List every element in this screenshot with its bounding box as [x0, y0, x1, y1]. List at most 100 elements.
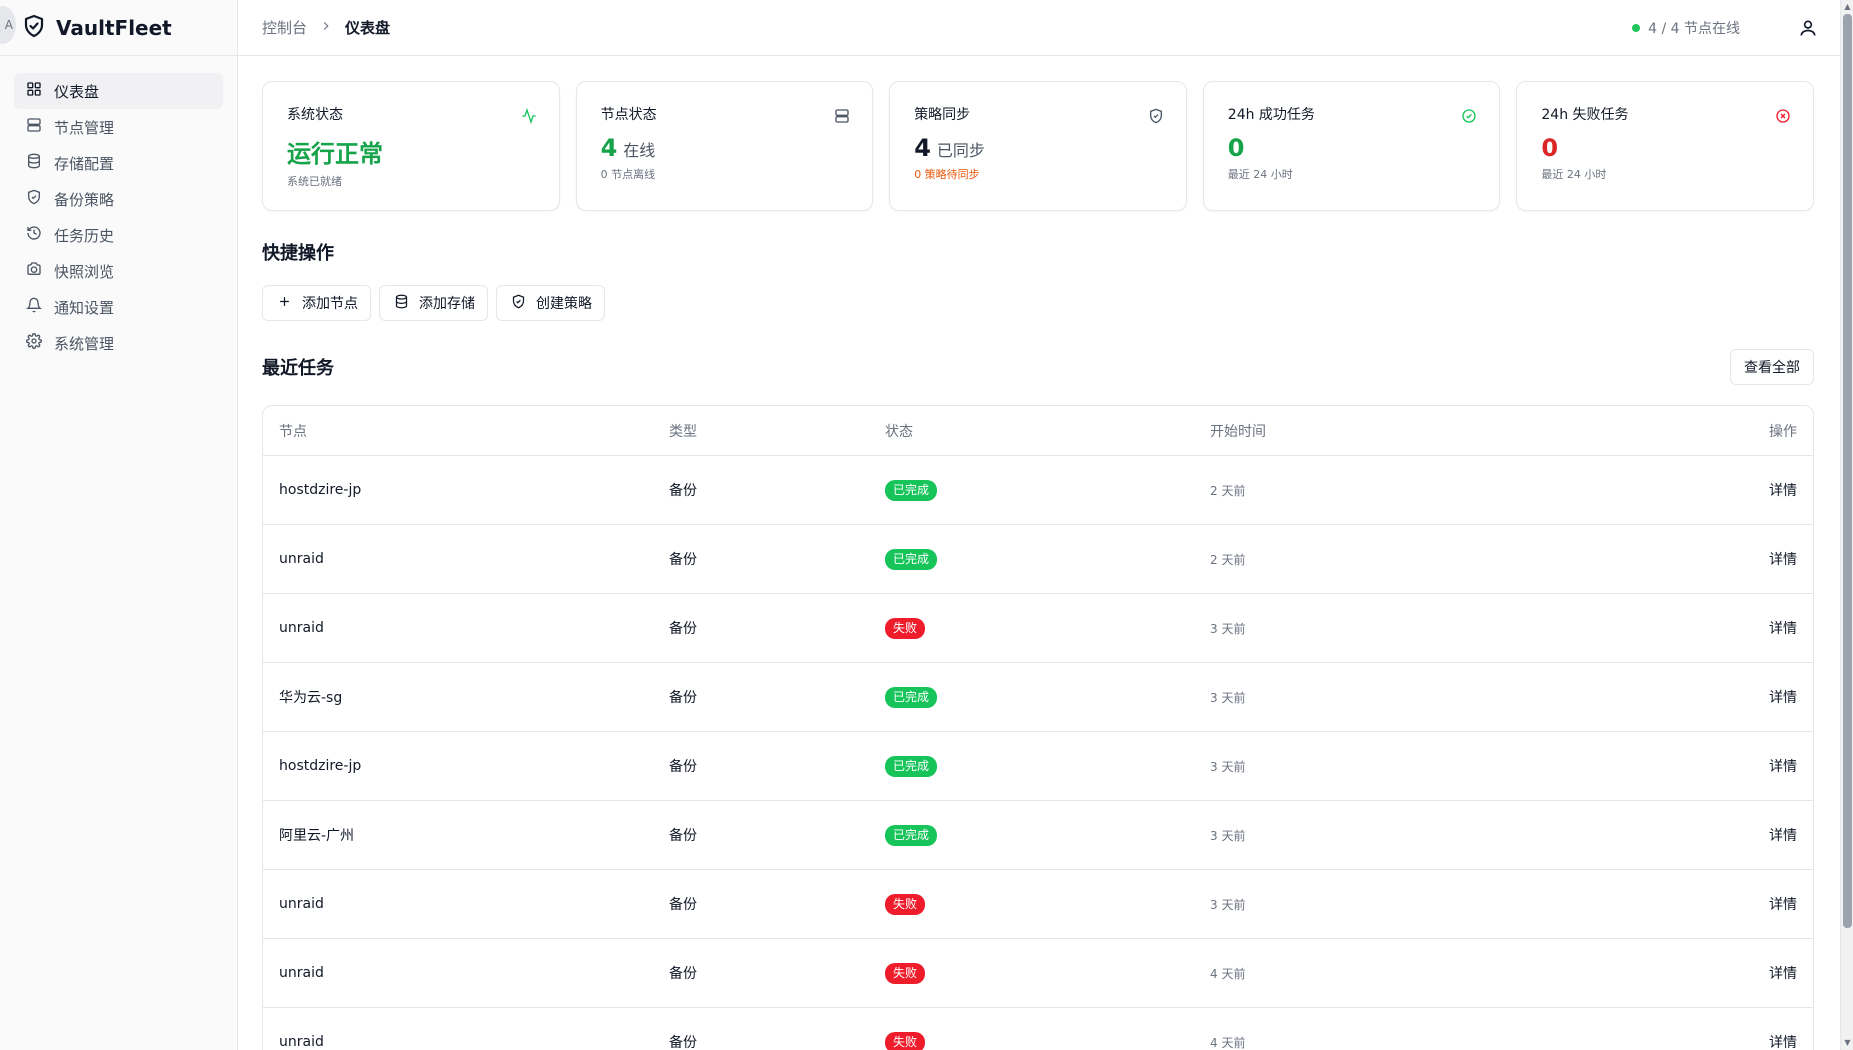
database-icon — [394, 294, 409, 313]
details-button[interactable]: 详情 — [1717, 687, 1797, 707]
user-icon[interactable] — [1798, 18, 1818, 38]
details-button[interactable]: 详情 — [1717, 618, 1797, 638]
button-label: 创建策略 — [536, 296, 592, 312]
brand-name: VaultFleet — [56, 15, 172, 40]
brand[interactable]: VaultFleet — [0, 0, 237, 56]
cell-type: 备份 — [669, 621, 697, 637]
cell-status: 失败 — [885, 1031, 1210, 1050]
cell-node: unraid — [279, 965, 324, 981]
table-row[interactable]: 华为云-sg 备份 已完成 3 天前 详情 — [263, 663, 1813, 732]
create-policy-button[interactable]: 创建策略 — [496, 285, 605, 321]
failed-count: 0 — [1541, 134, 1559, 162]
table-row[interactable]: unraid 备份 失败 4 天前 详情 — [263, 1008, 1813, 1050]
topbar: 控制台 仪表盘 4 / 4 节点在线 — [238, 0, 1840, 56]
details-button[interactable]: 详情 — [1717, 549, 1797, 569]
details-button[interactable]: 详情 — [1717, 963, 1797, 983]
server-icon — [26, 117, 42, 137]
sidebar-item-label: 快照浏览 — [54, 262, 115, 281]
sidebar-item-label: 任务历史 — [54, 226, 115, 245]
sidebar-item-history[interactable]: 任务历史 — [14, 217, 223, 253]
system-status-value: 运行正常 — [287, 140, 383, 168]
status-badge: 失败 — [885, 617, 926, 639]
card-success-tasks: 24h 成功任务 0 最近 24 小时 — [1202, 81, 1501, 211]
bell-icon — [25, 297, 43, 317]
add-node-button[interactable]: 添加节点 — [262, 285, 371, 321]
card-value: 4 在线 — [601, 134, 849, 162]
card-subtitle: 系统已就绪 — [287, 175, 342, 188]
card-subtitle: 0 策略待同步 — [914, 168, 980, 181]
sidebar-item-system[interactable]: 系统管理 — [14, 325, 223, 361]
scroll-down-icon[interactable]: ▼ — [1843, 1038, 1852, 1048]
sidebar: A VaultFleet 仪表盘 节点管理 存储配置 备份策略 任务历史 快照浏… — [0, 0, 238, 1050]
camera-icon — [26, 261, 42, 281]
cell-status: 已完成 — [885, 686, 1210, 708]
sidebar-item-dashboard[interactable]: 仪表盘 — [14, 73, 223, 109]
sidebar-item-nodes[interactable]: 节点管理 — [14, 109, 223, 145]
column-header-start: 开始时间 — [1210, 423, 1266, 440]
status-badge: 失败 — [885, 893, 926, 915]
breadcrumb-parent[interactable]: 控制台 — [262, 17, 307, 38]
cell-status: 失败 — [885, 962, 1210, 984]
cell-node: hostdzire-jp — [279, 758, 362, 774]
cell-start-time: 4 天前 — [1210, 966, 1246, 981]
shield-icon — [511, 294, 526, 313]
shield-icon — [26, 189, 42, 209]
card-value: 4 已同步 — [914, 134, 1162, 162]
card-node-status: 节点状态 4 在线 0 节点离线 — [575, 81, 874, 211]
cell-type: 备份 — [669, 483, 697, 499]
cell-start-time: 2 天前 — [1210, 483, 1246, 498]
cell-status: 失败 — [885, 893, 1210, 915]
details-button[interactable]: 详情 — [1717, 1032, 1797, 1050]
column-header-status: 状态 — [885, 423, 913, 440]
card-system-status: 系统状态 运行正常 系统已就绪 — [262, 81, 560, 211]
server-icon — [834, 108, 850, 124]
status-dot-icon — [1632, 24, 1641, 32]
details-button[interactable]: 详情 — [1717, 480, 1797, 500]
table-row[interactable]: unraid 备份 失败 3 天前 详情 — [263, 594, 1813, 663]
cell-node: unraid — [279, 551, 324, 567]
cell-node: unraid — [279, 620, 324, 636]
table-row[interactable]: hostdzire-jp 备份 已完成 2 天前 详情 — [263, 456, 1813, 525]
add-storage-button[interactable]: 添加存储 — [379, 285, 488, 321]
table-row[interactable]: unraid 备份 失败 4 天前 详情 — [263, 939, 1813, 1008]
cell-start-time: 2 天前 — [1210, 552, 1246, 567]
cell-type: 备份 — [669, 690, 697, 706]
cell-status: 已完成 — [885, 824, 1210, 846]
scroll-up-icon[interactable]: ▲ — [1843, 2, 1852, 12]
card-title: 策略同步 — [914, 107, 971, 123]
card-subtitle: 0 节点离线 — [600, 168, 656, 181]
table-row[interactable]: hostdzire-jp 备份 已完成 3 天前 详情 — [263, 732, 1813, 801]
card-policy-sync: 策略同步 4 已同步 0 策略待同步 — [889, 81, 1187, 211]
sidebar-item-label: 节点管理 — [54, 118, 115, 137]
sidebar-item-snapshots[interactable]: 快照浏览 — [14, 253, 223, 289]
quick-actions-title: 快捷操作 — [262, 243, 334, 264]
sidebar-item-label: 仪表盘 — [54, 82, 100, 101]
status-badge: 已完成 — [885, 548, 938, 570]
vertical-scrollbar[interactable]: ▲ ▼ — [1840, 0, 1853, 1050]
card-title: 系统状态 — [287, 107, 343, 123]
cell-start-time: 3 天前 — [1210, 690, 1246, 705]
status-badge: 失败 — [885, 962, 926, 984]
database-icon — [26, 153, 42, 173]
details-button[interactable]: 详情 — [1717, 756, 1797, 776]
breadcrumb: 控制台 仪表盘 — [262, 17, 390, 38]
cell-status: 已完成 — [885, 479, 1210, 501]
cell-type: 备份 — [669, 759, 697, 775]
card-title: 节点状态 — [600, 107, 657, 123]
details-button[interactable]: 详情 — [1717, 894, 1797, 914]
table-row[interactable]: unraid 备份 已完成 2 天前 详情 — [263, 525, 1813, 594]
view-all-button[interactable]: 查看全部 — [1730, 349, 1814, 385]
shield-logo-icon — [22, 14, 46, 42]
table-row[interactable]: unraid 备份 失败 3 天前 详情 — [263, 870, 1813, 939]
sidebar-item-notifications[interactable]: 通知设置 — [14, 289, 223, 325]
policy-synced-count: 4 — [914, 134, 931, 162]
sidebar-item-storage[interactable]: 存储配置 — [14, 145, 223, 181]
status-badge: 已完成 — [885, 824, 938, 846]
details-button[interactable]: 详情 — [1717, 825, 1797, 845]
cell-status: 已完成 — [885, 755, 1210, 777]
scrollbar-thumb[interactable] — [1843, 14, 1852, 928]
table-header: 节点 类型 状态 开始时间 操作 — [263, 406, 1813, 456]
status-badge: 已完成 — [885, 755, 938, 777]
sidebar-item-policies[interactable]: 备份策略 — [14, 181, 223, 217]
table-row[interactable]: 阿里云-广州 备份 已完成 3 天前 详情 — [263, 801, 1813, 870]
